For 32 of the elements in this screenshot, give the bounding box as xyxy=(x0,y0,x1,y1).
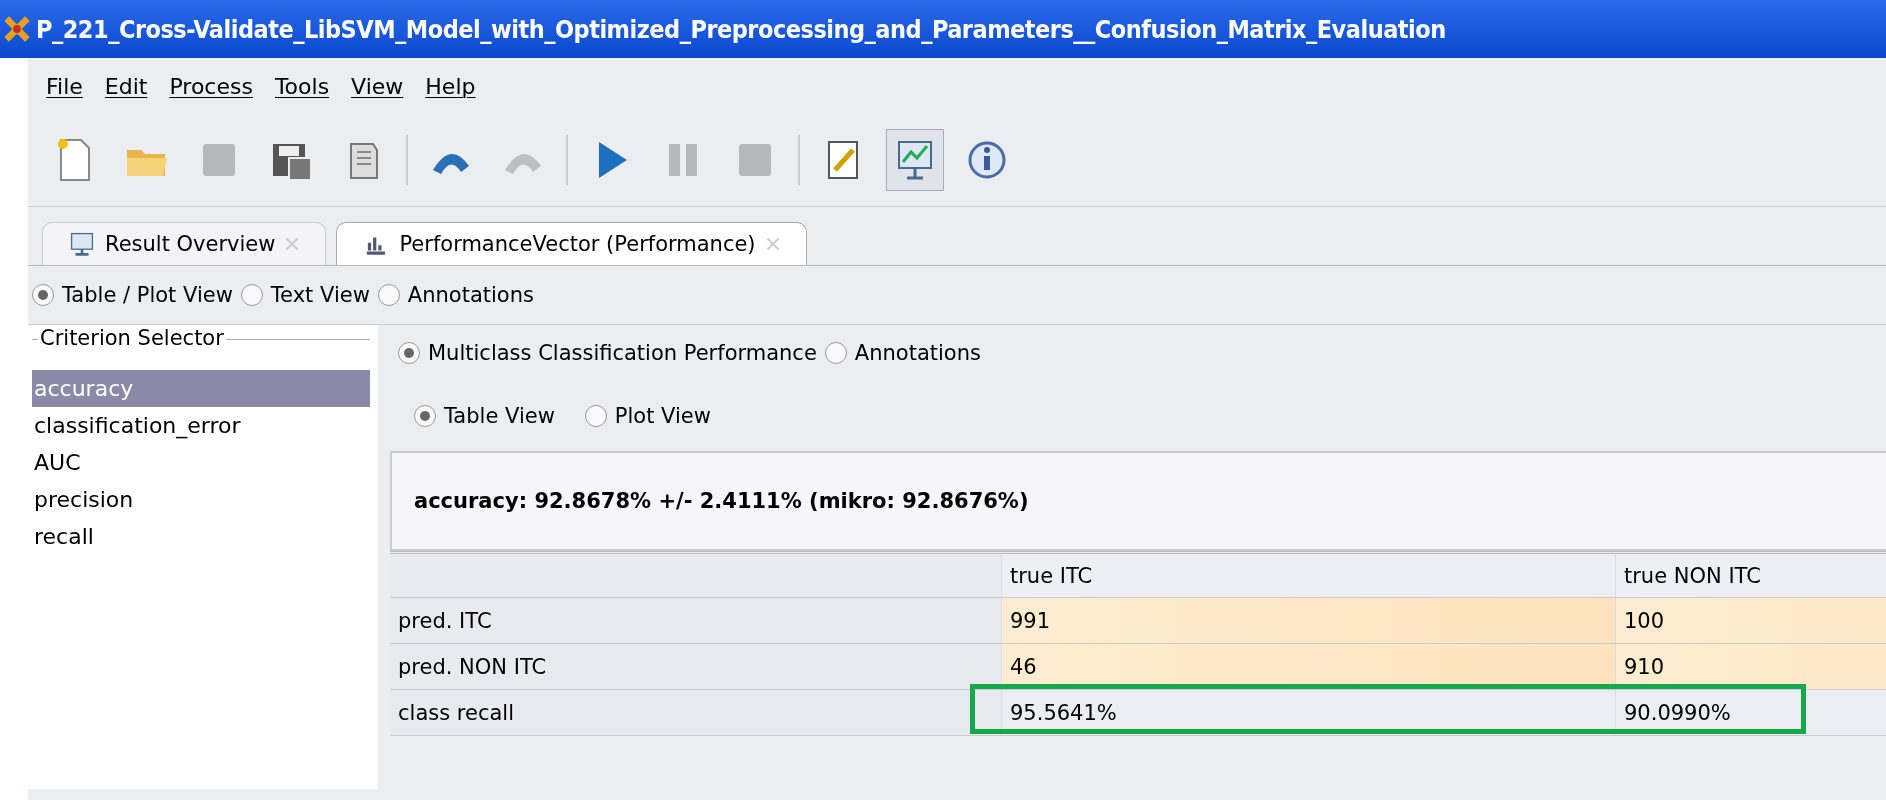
table-cell: 910 xyxy=(1616,644,1886,689)
row-header: pred. NON ITC xyxy=(390,644,1002,689)
table-cell: 100 xyxy=(1616,598,1886,643)
menu-item[interactable]: Help xyxy=(425,73,476,99)
window-title: P_221_Cross-Validate_LibSVM_Model_with_Optimized_Preprocessing_and_Parameters__Confusion_Matrix_Evaluation xyxy=(36,14,1446,44)
tab[interactable]: PerformanceVector (Performance) xyxy=(336,222,807,265)
radio-button[interactable]: Table / Plot View xyxy=(32,283,233,307)
radio-button[interactable]: Table View xyxy=(414,404,555,428)
summary-text: accuracy: 92.8678% +/- 2.4111% (mikro: 92.8676%) xyxy=(390,451,1886,551)
column-header: true ITC xyxy=(1002,554,1616,597)
radio-button[interactable]: Plot View xyxy=(584,404,711,428)
app-icon xyxy=(4,16,30,42)
menu-item[interactable]: View xyxy=(351,73,404,99)
radio-button[interactable]: Annotations xyxy=(824,341,981,365)
menu-item[interactable]: File xyxy=(46,73,83,99)
monitor-icon[interactable] xyxy=(886,129,944,191)
radio-button[interactable]: Text View xyxy=(240,283,370,307)
tab[interactable]: Result Overview xyxy=(42,222,327,265)
row-header: class recall xyxy=(390,690,1002,735)
list-item[interactable]: classification_error xyxy=(32,407,370,444)
menu-item[interactable]: Process xyxy=(169,73,253,99)
list-item[interactable]: AUC xyxy=(32,444,370,481)
row-header: pred. ITC xyxy=(390,598,1002,643)
menu-item[interactable]: Tools xyxy=(274,73,330,99)
radio-button[interactable]: Annotations xyxy=(377,283,534,307)
column-header: true NON ITC xyxy=(1616,554,1886,597)
list-item[interactable]: recall xyxy=(32,518,370,555)
radio-button[interactable]: Multiclass Classification Performance xyxy=(398,341,817,365)
list-item[interactable]: precision xyxy=(32,481,370,518)
monitor-icon xyxy=(69,231,95,257)
table-cell: 991 xyxy=(1002,598,1616,643)
menu-item[interactable]: Edit xyxy=(104,73,148,99)
